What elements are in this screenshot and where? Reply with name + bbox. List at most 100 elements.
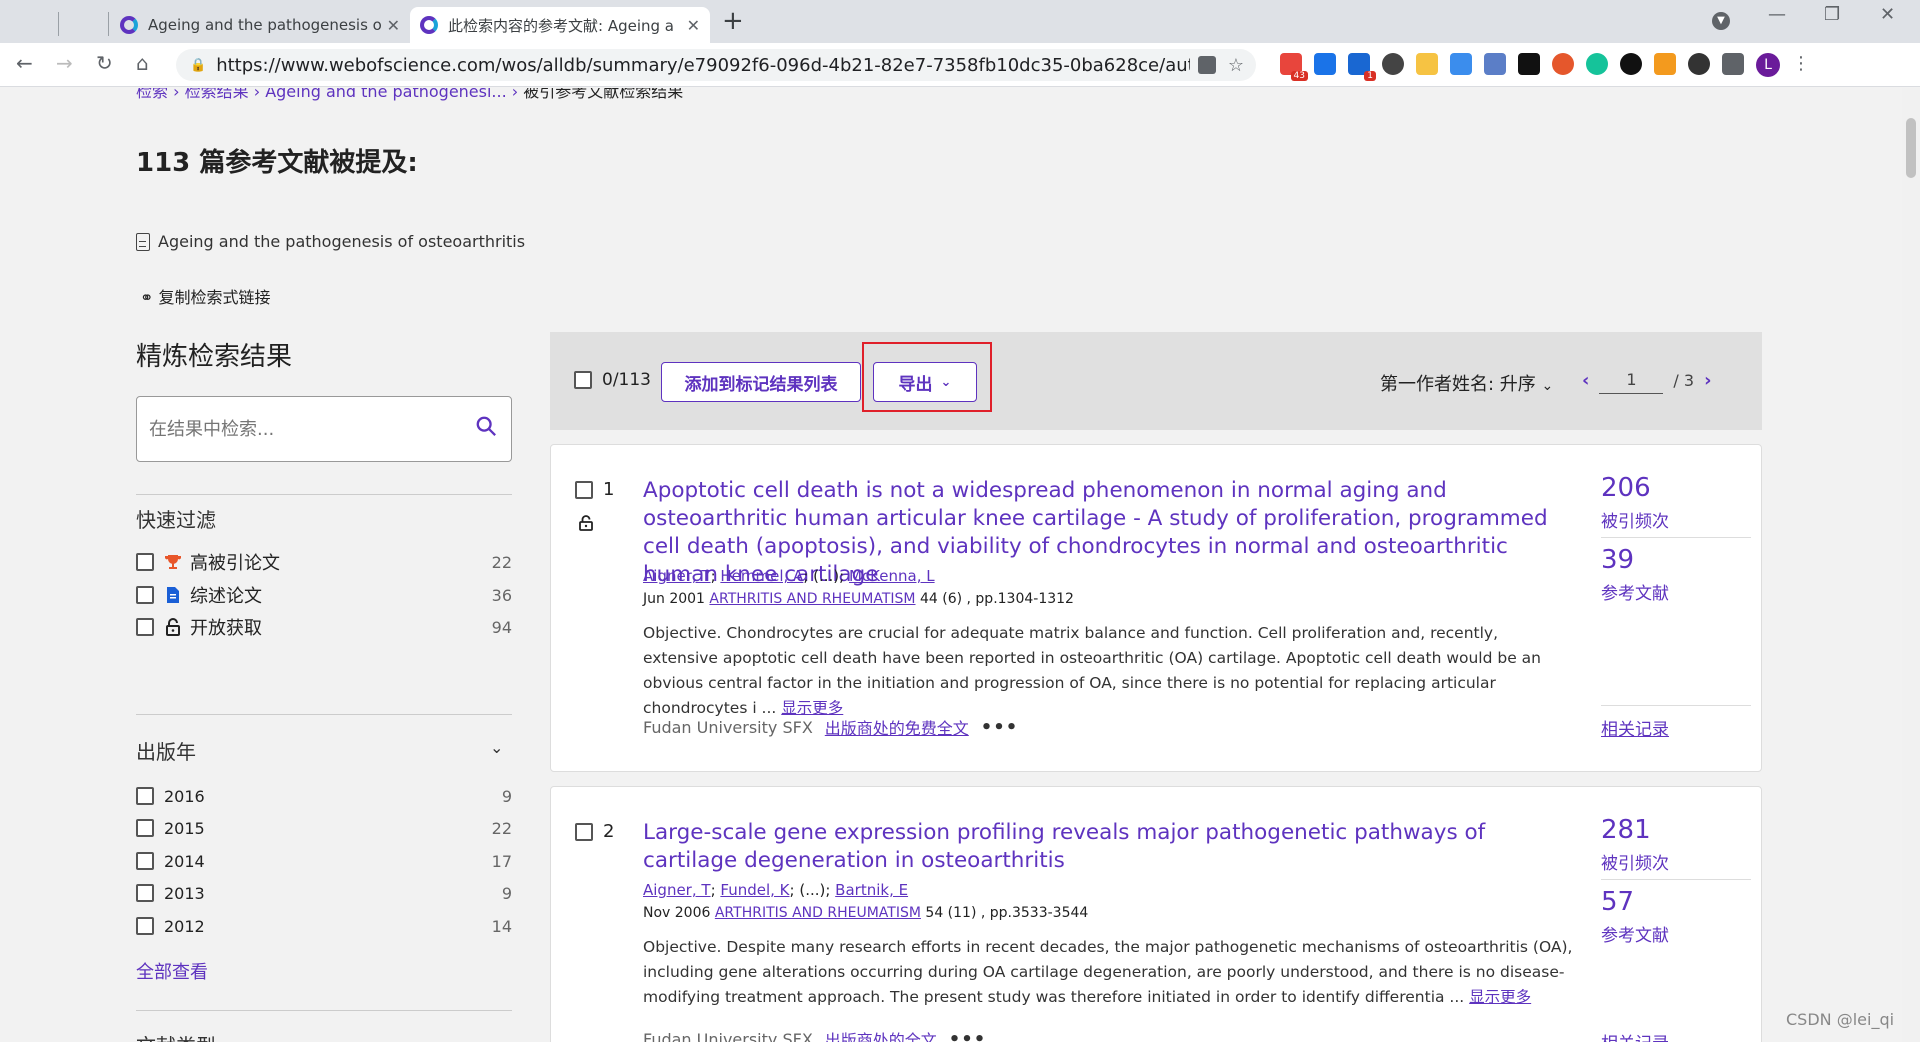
more-options-icon[interactable]: ••• xyxy=(949,1029,987,1042)
breadcrumb-item[interactable]: Ageing and the pathogenesi... xyxy=(265,88,507,101)
citation-count[interactable]: 206 xyxy=(1601,473,1651,503)
author-link[interactable]: Aigner, T xyxy=(643,567,711,585)
doc-type-title[interactable]: 文献类型 xyxy=(136,1030,216,1042)
select-all-checkbox[interactable] xyxy=(574,371,592,389)
extension-icon[interactable] xyxy=(1484,53,1506,75)
scrollbar-thumb[interactable] xyxy=(1906,118,1916,178)
result-checkbox[interactable] xyxy=(575,822,593,841)
next-page-icon[interactable]: › xyxy=(1704,370,1711,391)
pub-year-title[interactable]: 出版年 xyxy=(136,736,196,765)
extension-icon[interactable] xyxy=(1688,53,1710,75)
search-icon[interactable] xyxy=(475,415,497,437)
year-filter-row[interactable]: 2014 17 xyxy=(136,849,512,873)
breadcrumb-item[interactable]: 检索结果 xyxy=(185,88,249,101)
select-all[interactable]: 0/113 xyxy=(574,370,651,390)
profile-avatar[interactable]: L xyxy=(1756,53,1780,77)
weibo-icon[interactable] xyxy=(1552,53,1574,75)
reference-count[interactable]: 57 xyxy=(1601,887,1634,917)
extension-icon[interactable] xyxy=(1314,53,1336,75)
sfx-link-image[interactable]: Fudan University SFX xyxy=(643,718,813,737)
back-icon[interactable]: ← xyxy=(16,51,33,75)
related-records-link[interactable]: 相关记录 xyxy=(1601,1029,1669,1042)
close-tab-icon[interactable]: ✕ xyxy=(387,16,400,35)
year-filter-row[interactable]: 2016 9 xyxy=(136,784,512,808)
more-options-icon[interactable]: ••• xyxy=(981,717,1019,738)
page-scrollbar[interactable] xyxy=(1902,88,1920,1042)
result-title-link[interactable]: Large-scale gene expression profiling re… xyxy=(643,819,1563,875)
checkbox[interactable] xyxy=(136,787,154,805)
home-icon[interactable]: ⌂ xyxy=(136,51,149,75)
citation-count[interactable]: 281 xyxy=(1601,815,1651,845)
free-fulltext-link[interactable]: 出版商处的免费全文 xyxy=(825,715,969,739)
result-select[interactable]: 2 xyxy=(575,821,614,842)
address-bar[interactable]: 🔒 https://www.webofscience.com/wos/alldb… xyxy=(176,49,1256,81)
abstract-text: Objective. Chondrocytes are crucial for … xyxy=(643,624,1542,717)
folder-icon[interactable] xyxy=(1416,53,1438,75)
see-all-years-link[interactable]: 全部查看 xyxy=(136,958,208,984)
author-link[interactable]: McKenna, L xyxy=(849,567,935,585)
extension-icon[interactable] xyxy=(1518,53,1540,75)
translate-icon[interactable] xyxy=(1197,56,1216,74)
breadcrumb-item[interactable]: 检索 xyxy=(136,88,168,101)
fulltext-link[interactable]: 出版商处的全文 xyxy=(825,1027,937,1042)
bookmark-star-icon[interactable]: ☆ xyxy=(1228,55,1244,76)
export-button[interactable]: 导出 ⌄ xyxy=(873,362,977,402)
reload-icon[interactable]: ↻ xyxy=(96,51,113,75)
chevron-down-icon[interactable]: ⌄ xyxy=(490,738,503,757)
checkbox[interactable] xyxy=(136,852,154,870)
result-select[interactable]: 1 xyxy=(575,479,614,500)
year-filter-row[interactable]: 2013 9 xyxy=(136,881,512,905)
refine-search-input[interactable] xyxy=(137,397,447,461)
author-link[interactable]: Hemmel, A xyxy=(720,567,803,585)
author-link[interactable]: Fundel, K xyxy=(720,881,789,899)
checkbox[interactable] xyxy=(136,819,154,837)
grammarly-icon[interactable] xyxy=(1586,53,1608,75)
minimize-icon[interactable]: — xyxy=(1768,4,1786,25)
add-to-marked-list-button[interactable]: 添加到标记结果列表 xyxy=(661,362,861,402)
year-count: 17 xyxy=(491,851,512,871)
related-records-link[interactable]: 相关记录 xyxy=(1601,715,1669,740)
journal-link[interactable]: ARTHRITIS AND RHEUMATISM xyxy=(715,905,921,921)
sfx-link-image[interactable]: Fudan University SFX xyxy=(643,1030,813,1042)
extension-icon[interactable]: 43 xyxy=(1280,53,1308,81)
quick-filter-highly-cited[interactable]: 高被引论文 22 xyxy=(136,550,512,574)
quick-filter-review[interactable]: 综述论文 36 xyxy=(136,583,512,607)
close-tab-icon[interactable]: ✕ xyxy=(687,16,700,35)
extension-icon[interactable] xyxy=(1654,53,1676,75)
year-count: 14 xyxy=(491,916,512,936)
close-window-icon[interactable]: ✕ xyxy=(1880,4,1895,25)
clock-icon[interactable] xyxy=(1382,53,1404,75)
puzzle-icon[interactable] xyxy=(1722,53,1744,75)
year-filter-row[interactable]: 2015 22 xyxy=(136,816,512,840)
quick-filter-open-access[interactable]: 开放获取 94 xyxy=(136,615,512,639)
journal-link[interactable]: ARTHRITIS AND RHEUMATISM xyxy=(709,591,915,607)
lock-icon[interactable]: 🔒 xyxy=(190,58,206,73)
tab-search-icon[interactable]: ▼ xyxy=(1712,12,1730,30)
prev-page-icon[interactable]: ‹ xyxy=(1582,370,1589,391)
filter-count: 94 xyxy=(491,617,512,637)
menu-kebab-icon[interactable]: ⋮ xyxy=(1792,53,1810,77)
restore-icon[interactable]: ❐ xyxy=(1824,4,1840,25)
author-link[interactable]: Bartnik, E xyxy=(835,881,908,899)
extension-icon[interactable] xyxy=(1620,53,1642,75)
result-checkbox[interactable] xyxy=(575,480,593,499)
browser-tab-2[interactable]: 此检索内容的参考文献: Ageing a ✕ xyxy=(410,7,710,43)
forward-icon[interactable]: → xyxy=(56,51,73,75)
author-link[interactable]: Aigner, T xyxy=(643,881,711,899)
sort-dropdown[interactable]: 第一作者姓名: 升序 ⌄ xyxy=(1380,370,1553,396)
tab-separator xyxy=(108,12,109,36)
browser-tab-1[interactable]: Ageing and the pathogenesis o ✕ xyxy=(110,7,410,43)
checkbox[interactable] xyxy=(136,618,154,636)
extension-icon[interactable]: 1 xyxy=(1348,53,1376,81)
show-more-link[interactable]: 显示更多 xyxy=(1469,988,1531,1006)
new-tab-icon[interactable]: + xyxy=(722,6,744,36)
page-number-input[interactable]: 1 xyxy=(1599,366,1664,394)
reference-count[interactable]: 39 xyxy=(1601,545,1634,575)
checkbox[interactable] xyxy=(136,586,154,604)
checkbox[interactable] xyxy=(136,553,154,571)
checkbox[interactable] xyxy=(136,884,154,902)
checkbox[interactable] xyxy=(136,917,154,935)
copy-query-link-button[interactable]: ⚭ 复制检索式链接 xyxy=(140,284,271,308)
extension-icon[interactable] xyxy=(1450,53,1472,75)
year-filter-row[interactable]: 2012 14 xyxy=(136,914,512,938)
